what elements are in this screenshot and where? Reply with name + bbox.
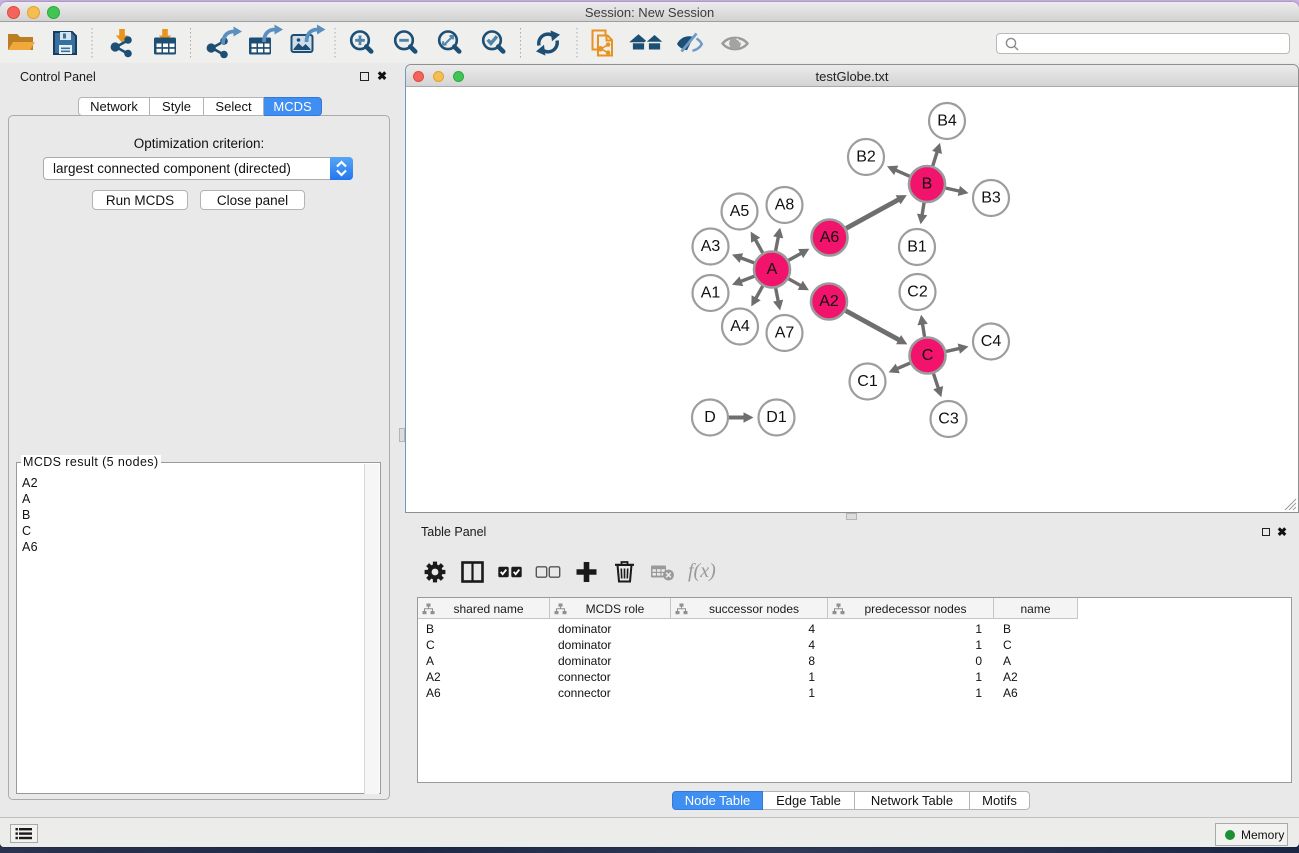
svg-text:A8: A8 — [775, 197, 795, 214]
svg-text:B3: B3 — [981, 190, 1001, 207]
svg-text:A3: A3 — [701, 238, 721, 255]
svg-text:A7: A7 — [775, 325, 795, 342]
svg-text:A5: A5 — [730, 203, 750, 220]
svg-text:A1: A1 — [701, 285, 721, 302]
svg-text:C4: C4 — [981, 333, 1002, 350]
svg-text:A: A — [767, 261, 778, 278]
svg-text:B1: B1 — [907, 239, 927, 256]
svg-text:D: D — [704, 409, 716, 426]
svg-text:C: C — [922, 347, 934, 364]
svg-text:B4: B4 — [937, 113, 957, 130]
svg-text:A2: A2 — [819, 293, 839, 310]
svg-text:D1: D1 — [766, 409, 787, 426]
svg-text:A6: A6 — [820, 229, 840, 246]
svg-text:C3: C3 — [938, 411, 959, 428]
svg-text:B: B — [922, 176, 933, 193]
svg-text:C1: C1 — [857, 373, 878, 390]
svg-text:A4: A4 — [730, 318, 750, 335]
svg-text:C2: C2 — [907, 284, 928, 301]
svg-text:B2: B2 — [856, 149, 876, 166]
